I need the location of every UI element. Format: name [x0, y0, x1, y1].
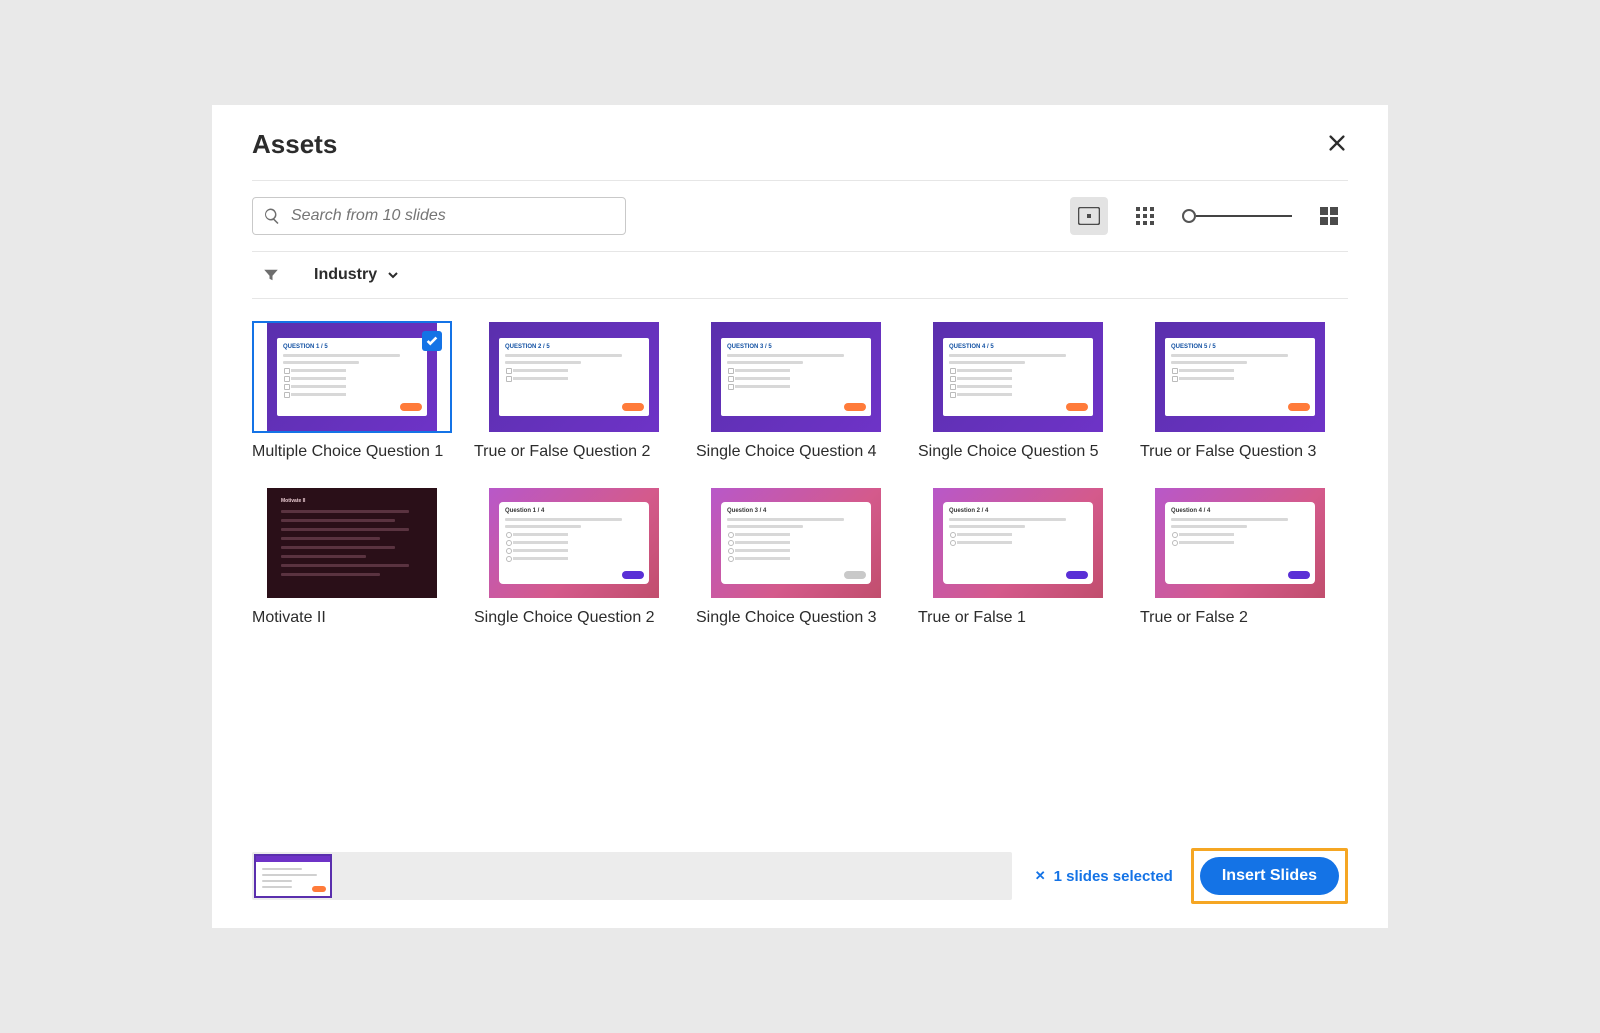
slide-preview: Question 3 / 4 [711, 488, 881, 598]
slide-label: Single Choice Question 4 [696, 443, 896, 461]
slide-thumbnail[interactable]: Question 3 / 4 [696, 487, 896, 599]
insert-highlight: Insert Slides [1191, 848, 1348, 904]
slides-grid: QUESTION 1 / 5 Multiple Choice Question 1… [252, 299, 1348, 627]
toolbar [252, 181, 1348, 252]
selection-strip [252, 852, 1012, 900]
slider-knob-icon [1182, 209, 1196, 223]
slide-label: True or False Question 3 [1140, 443, 1340, 461]
slide-card[interactable]: QUESTION 3 / 5 Single Choice Question 4 [696, 321, 896, 461]
slide-card[interactable]: QUESTION 4 / 5 Single Choice Question 5 [918, 321, 1118, 461]
selected-check-icon [422, 331, 442, 351]
grid-2x2-icon [1320, 207, 1338, 225]
slide-label: Motivate II [252, 609, 452, 627]
view-controls [1070, 197, 1348, 235]
slider-track [1196, 215, 1292, 217]
close-icon [1326, 132, 1348, 154]
filter-icon[interactable] [262, 266, 280, 284]
slide-thumbnail[interactable]: Question 4 / 4 [1140, 487, 1340, 599]
slide-preview: Question 2 / 4 [933, 488, 1103, 598]
insert-slides-button[interactable]: Insert Slides [1200, 857, 1339, 895]
slide-thumbnail[interactable]: Question 2 / 4 [918, 487, 1118, 599]
slide-label: Single Choice Question 3 [696, 609, 896, 627]
slide-label: Multiple Choice Question 1 [252, 443, 452, 461]
slide-thumbnail[interactable]: QUESTION 5 / 5 [1140, 321, 1340, 433]
selection-count-label: 1 slides selected [1054, 868, 1173, 885]
slide-preview: Question 4 / 4 [1155, 488, 1325, 598]
dialog-header: Assets [252, 129, 1348, 181]
slide-preview: QUESTION 1 / 5 [267, 322, 437, 432]
view-single-button[interactable] [1070, 197, 1108, 235]
slide-preview: Question 1 / 4 [489, 488, 659, 598]
thumbnail-size-slider[interactable] [1182, 207, 1292, 225]
search-input[interactable] [291, 207, 615, 225]
industry-filter-label: Industry [314, 266, 377, 284]
grid-3x3-icon [1136, 207, 1154, 225]
search-icon [263, 207, 281, 225]
slide-card[interactable]: Question 2 / 4 True or False 1 [918, 487, 1118, 627]
slide-card[interactable]: QUESTION 1 / 5 Multiple Choice Question 1 [252, 321, 452, 461]
close-button[interactable] [1326, 132, 1348, 158]
slide-label: True or False 2 [1140, 609, 1340, 627]
slide-label: True or False Question 2 [474, 443, 674, 461]
industry-filter-dropdown[interactable]: Industry [314, 266, 399, 284]
slide-thumbnail[interactable]: QUESTION 4 / 5 [918, 321, 1118, 433]
slide-preview: QUESTION 3 / 5 [711, 322, 881, 432]
slide-card[interactable]: Question 3 / 4 Single Choice Question 3 [696, 487, 896, 627]
assets-dialog: Assets Industry [212, 105, 1388, 928]
slide-thumbnail[interactable]: Question 1 / 4 [474, 487, 674, 599]
slide-thumbnail[interactable]: QUESTION 3 / 5 [696, 321, 896, 433]
selected-slide-thumb[interactable] [254, 854, 332, 898]
slide-thumbnail[interactable]: QUESTION 1 / 5 [252, 321, 452, 433]
slide-label: Single Choice Question 5 [918, 443, 1118, 461]
view-grid-large-button[interactable] [1310, 197, 1348, 235]
dialog-title: Assets [252, 129, 337, 160]
slide-card[interactable]: QUESTION 5 / 5 True or False Question 3 [1140, 321, 1340, 461]
slide-label: True or False 1 [918, 609, 1118, 627]
slide-view-icon [1078, 207, 1100, 225]
search-field[interactable] [252, 197, 626, 235]
slide-label: Single Choice Question 2 [474, 609, 674, 627]
slide-preview: Motivate II [267, 488, 437, 598]
chevron-down-icon [387, 269, 399, 281]
clear-selection-link[interactable]: ✕ 1 slides selected [1035, 868, 1173, 885]
slide-thumbnail[interactable]: QUESTION 2 / 5 [474, 321, 674, 433]
slide-card[interactable]: Question 1 / 4 Single Choice Question 2 [474, 487, 674, 627]
slide-card[interactable]: QUESTION 2 / 5 True or False Question 2 [474, 321, 674, 461]
slide-preview: QUESTION 5 / 5 [1155, 322, 1325, 432]
slide-thumbnail[interactable]: Motivate II [252, 487, 452, 599]
view-grid-small-button[interactable] [1126, 197, 1164, 235]
filter-bar: Industry [252, 252, 1348, 299]
clear-x-icon: ✕ [1035, 868, 1046, 884]
slide-preview: QUESTION 4 / 5 [933, 322, 1103, 432]
slide-card[interactable]: Question 4 / 4 True or False 2 [1140, 487, 1340, 627]
slide-card[interactable]: Motivate II Motivate II [252, 487, 452, 627]
slide-preview: QUESTION 2 / 5 [489, 322, 659, 432]
dialog-footer: ✕ 1 slides selected Insert Slides [252, 848, 1348, 904]
